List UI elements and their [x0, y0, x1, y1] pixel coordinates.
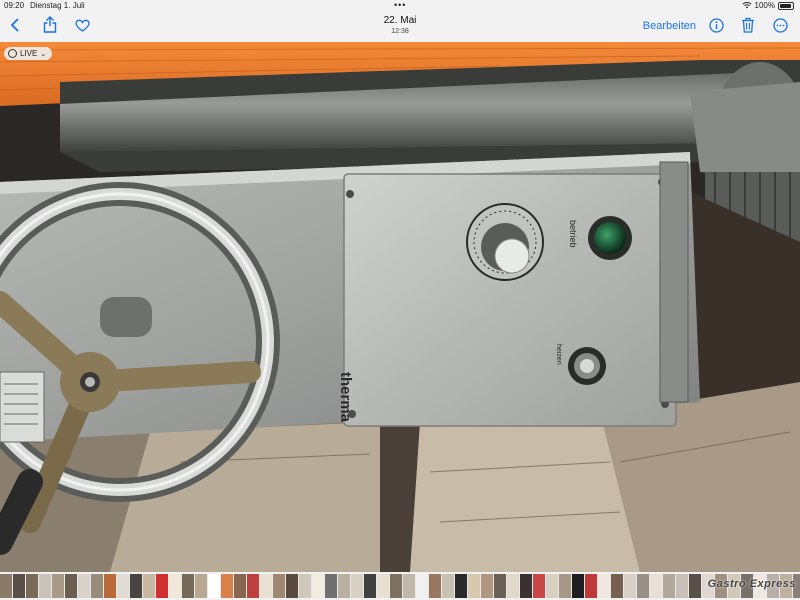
edit-button[interactable]: Bearbeiten	[643, 20, 696, 32]
photo-thumbnail[interactable]	[312, 574, 324, 598]
photo-thumbnail[interactable]	[403, 574, 415, 598]
trash-icon[interactable]	[741, 17, 755, 38]
photo-thumbnail[interactable]	[156, 574, 168, 598]
photo-navigation-bar: 22. Mai 12:38 Bearbeiten	[0, 12, 800, 42]
photo-thumbnail[interactable]	[494, 574, 506, 598]
photo-thumbnail[interactable]	[559, 574, 571, 598]
chevron-down-icon: ⌄	[40, 50, 47, 58]
photo-thumbnail[interactable]	[26, 574, 38, 598]
photo-thumbnail[interactable]	[169, 574, 181, 598]
photo-thumbnail[interactable]	[689, 574, 701, 598]
panel-brand-label: therma	[337, 372, 354, 423]
photo-thumbnail[interactable]	[429, 574, 441, 598]
multitask-dots-icon[interactable]: •••	[394, 0, 406, 10]
photo-thumbnail[interactable]	[286, 574, 298, 598]
photo-thumbnail[interactable]	[338, 574, 350, 598]
photo-thumbnail[interactable]	[624, 574, 636, 598]
photo-thumbnail[interactable]	[260, 574, 272, 598]
photo-thumbnail[interactable]	[195, 574, 207, 598]
photo-thumbnail[interactable]	[234, 574, 246, 598]
more-icon[interactable]	[773, 18, 788, 38]
photo-thumbnail[interactable]	[130, 574, 142, 598]
photo-thumbnail[interactable]	[481, 574, 493, 598]
photo-thumbnail[interactable]	[325, 574, 337, 598]
wifi-icon	[741, 2, 752, 9]
photo-thumbnail[interactable]	[455, 574, 467, 598]
photo-image	[0, 42, 800, 572]
photo-thumbnail[interactable]	[273, 574, 285, 598]
photo-thumbnail[interactable]	[182, 574, 194, 598]
photo-thumbnail[interactable]	[299, 574, 311, 598]
panel-label-heizen: heizen	[555, 344, 562, 365]
photo-thumbnail[interactable]	[546, 574, 558, 598]
photo-thumbnail[interactable]	[572, 574, 584, 598]
status-bar: 09:20 Dienstag 1. Juli ••• 100%	[0, 0, 800, 12]
photo-thumbnail[interactable]	[39, 574, 51, 598]
live-label: LIVE	[20, 49, 38, 58]
photo-thumbnail[interactable]	[598, 574, 610, 598]
photo-thumbnail[interactable]	[247, 574, 259, 598]
photo-thumbnail[interactable]	[650, 574, 662, 598]
photo-thumbnail[interactable]	[637, 574, 649, 598]
photo-thumbnail[interactable]	[104, 574, 116, 598]
thumbnail-strip[interactable]	[0, 574, 800, 598]
photo-thumbnail[interactable]	[91, 574, 103, 598]
photo-thumbnail[interactable]	[13, 574, 25, 598]
battery-percent: 100%	[754, 1, 775, 10]
photo-thumbnail[interactable]	[663, 574, 675, 598]
photo-thumbnail[interactable]	[676, 574, 688, 598]
photo-thumbnail[interactable]	[468, 574, 480, 598]
photo-thumbnail[interactable]	[221, 574, 233, 598]
status-date: Dienstag 1. Juli	[30, 1, 85, 10]
photo-thumbnail[interactable]	[143, 574, 155, 598]
battery-indicator: 100%	[741, 1, 794, 10]
photo-thumbnail[interactable]	[520, 574, 532, 598]
live-icon	[8, 49, 17, 58]
info-icon[interactable]	[709, 18, 724, 38]
photo-thumbnail[interactable]	[351, 574, 363, 598]
photo-thumbnail[interactable]	[208, 574, 220, 598]
photo-thumbnail[interactable]	[416, 574, 428, 598]
live-photo-badge[interactable]: LIVE ⌄	[4, 47, 53, 60]
status-time: 09:20	[4, 1, 25, 10]
photo-thumbnail[interactable]	[65, 574, 77, 598]
photo-viewer[interactable]: LIVE ⌄ therma betrieb heizen	[0, 42, 800, 572]
photo-thumbnail[interactable]	[390, 574, 402, 598]
photo-thumbnail[interactable]	[364, 574, 376, 598]
photo-thumbnail[interactable]	[533, 574, 545, 598]
watermark-logo: Gastro Express	[707, 578, 796, 590]
photo-thumbnail[interactable]	[78, 574, 90, 598]
photo-thumbnail[interactable]	[377, 574, 389, 598]
photo-thumbnail[interactable]	[507, 574, 519, 598]
photo-thumbnail[interactable]	[0, 574, 12, 598]
photo-thumbnail[interactable]	[52, 574, 64, 598]
photo-thumbnail[interactable]	[117, 574, 129, 598]
photo-thumbnail[interactable]	[611, 574, 623, 598]
battery-icon	[778, 1, 794, 10]
photo-thumbnail[interactable]	[442, 574, 454, 598]
photo-thumbnail[interactable]	[585, 574, 597, 598]
panel-label-betrieb: betrieb	[568, 220, 578, 248]
